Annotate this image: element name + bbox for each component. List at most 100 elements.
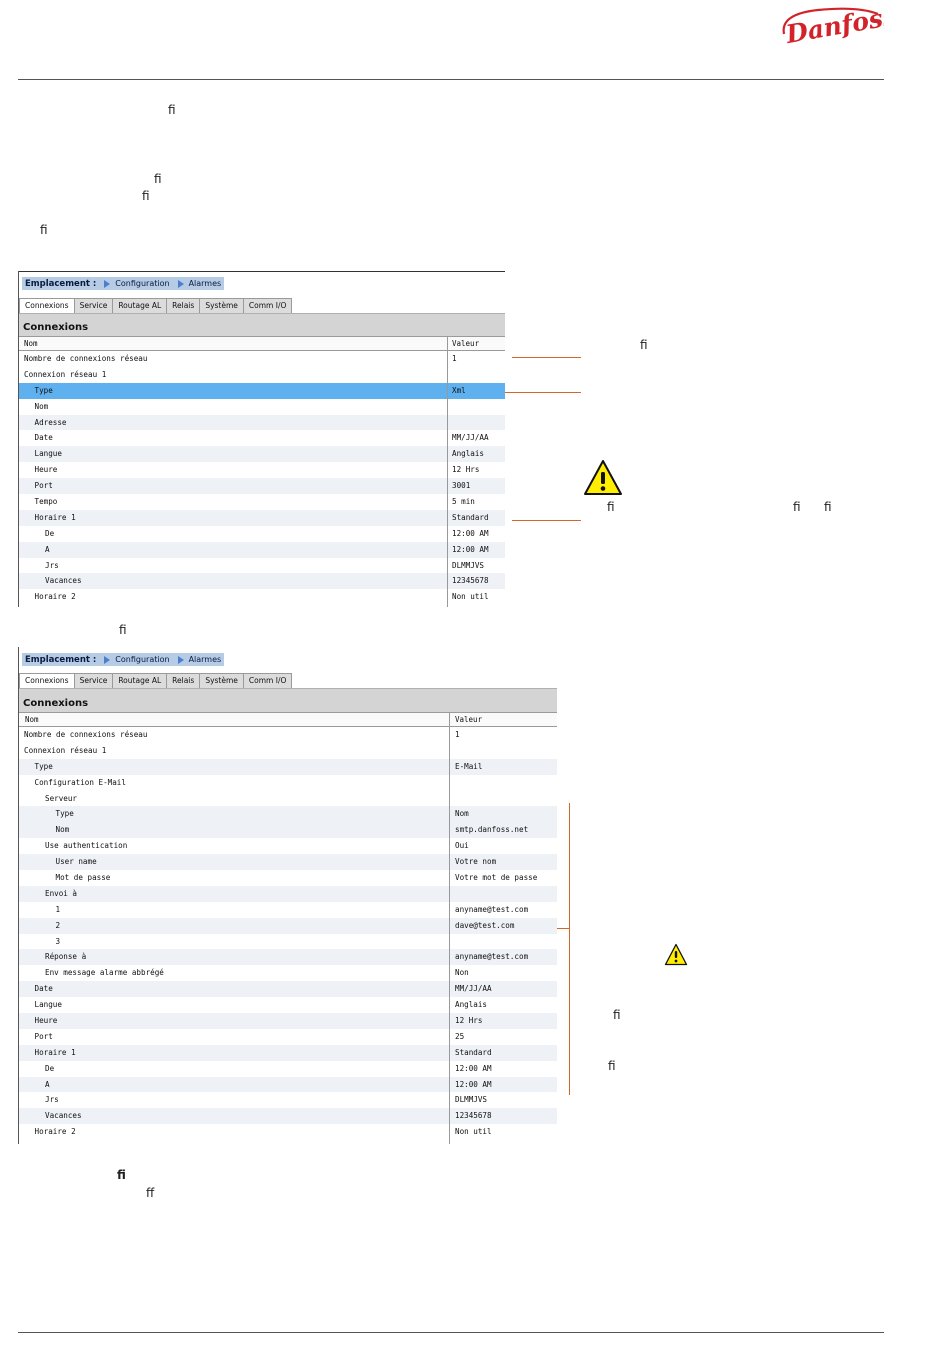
table-row[interactable]: Jrs DLMMJVS	[19, 558, 505, 574]
table-row[interactable]: Adresse	[19, 414, 505, 431]
breadcrumb-item-configuration[interactable]: Configuration	[115, 279, 169, 288]
row-value[interactable]: MM/JJ/AA	[455, 984, 492, 993]
row-value[interactable]: dave@test.com	[455, 921, 514, 930]
table-row[interactable]: Horaire 2 Non util	[19, 589, 505, 605]
annotation-line	[512, 520, 581, 521]
row-value[interactable]: MM/JJ/AA	[452, 433, 489, 442]
table-row[interactable]: Type E-Mail	[19, 758, 557, 775]
row-value[interactable]: Oui	[455, 841, 469, 850]
table-row[interactable]: Connexion réseau 1	[19, 367, 505, 383]
table-row[interactable]: 1 anyname@test.com	[19, 902, 557, 918]
tab-service[interactable]: Service	[73, 673, 114, 688]
table-row[interactable]: Langue Anglais	[19, 997, 557, 1013]
row-value[interactable]: 12:00 AM	[452, 545, 489, 554]
tab-service[interactable]: Service	[73, 298, 114, 313]
table-row[interactable]: Jrs DLMMJVS	[19, 1092, 557, 1108]
row-value[interactable]: Non util	[452, 592, 489, 601]
table-row[interactable]: Connexion réseau 1	[19, 743, 557, 759]
tab-connexions[interactable]: Connexions	[19, 673, 75, 689]
row-value[interactable]: Standard	[452, 513, 489, 522]
table-row[interactable]: 2 dave@test.com	[19, 917, 557, 934]
row-value[interactable]: 1	[455, 730, 460, 739]
row-value[interactable]: DLMMJVS	[452, 561, 484, 570]
table-row[interactable]: De 12:00 AM	[19, 526, 505, 542]
table-row[interactable]: Envoi à	[19, 885, 557, 902]
row-value[interactable]: 1	[452, 354, 457, 363]
row-value[interactable]: Votre mot de passe	[455, 873, 537, 882]
table-row[interactable]: Type Nom	[19, 806, 557, 823]
table-row[interactable]: Langue Anglais	[19, 446, 505, 463]
table-row[interactable]: Horaire 1 Standard	[19, 509, 505, 526]
row-name: Réponse à	[45, 952, 87, 962]
text-fragment: ﬁ	[608, 1059, 616, 1073]
row-value[interactable]: anyname@test.com	[455, 905, 528, 914]
table-row[interactable]: User name Votre nom	[19, 854, 557, 871]
row-value[interactable]: 3001	[452, 481, 470, 490]
panel-top-border	[18, 271, 505, 272]
row-value[interactable]: 12 Hrs	[452, 465, 479, 474]
row-value[interactable]: 12:00 AM	[455, 1080, 492, 1089]
row-value[interactable]: Non util	[455, 1127, 492, 1136]
table-row[interactable]: A 12:00 AM	[19, 1076, 557, 1093]
table-row[interactable]: Use authentication Oui	[19, 838, 557, 854]
row-value[interactable]: Non	[455, 968, 469, 977]
row-value[interactable]: Nom	[455, 809, 469, 818]
tab-relais[interactable]: Relais	[166, 298, 201, 313]
table-row[interactable]: Date MM/JJ/AA	[19, 430, 505, 446]
tab-comm-io[interactable]: Comm I/O	[242, 298, 293, 313]
row-value[interactable]: 25	[455, 1032, 464, 1041]
tab-systeme[interactable]: Système	[199, 298, 244, 313]
row-value[interactable]: DLMMJVS	[455, 1095, 487, 1104]
table-row[interactable]: Nom smtp.danfoss.net	[19, 822, 557, 839]
tab-routage-al[interactable]: Routage AL	[112, 673, 168, 688]
row-value[interactable]: 12 Hrs	[455, 1016, 482, 1025]
text-fragment: ﬁ	[607, 500, 615, 514]
table-row[interactable]: Nombre de connexions réseau 1	[19, 351, 505, 367]
screenshot-panel-1: Emplacement : Configuration Alarmes Conn…	[18, 271, 505, 607]
tab-systeme[interactable]: Système	[199, 673, 244, 688]
row-name: Adresse	[34, 417, 67, 427]
row-value[interactable]: Anglais	[452, 449, 484, 458]
breadcrumb-item-alarmes[interactable]: Alarmes	[189, 279, 222, 288]
row-value[interactable]: 12:00 AM	[452, 529, 489, 538]
breadcrumb-item-configuration[interactable]: Configuration	[115, 655, 169, 664]
tab-comm-io[interactable]: Comm I/O	[242, 673, 293, 688]
table-row[interactable]: Type Xml	[19, 382, 505, 399]
table-row[interactable]: Mot de passe Votre mot de passe	[19, 870, 557, 886]
table-row[interactable]: De 12:00 AM	[19, 1061, 557, 1077]
row-value[interactable]: 12345678	[455, 1111, 492, 1120]
row-value[interactable]: smtp.danfoss.net	[455, 825, 528, 834]
table-row[interactable]: Heure 12 Hrs	[19, 1013, 557, 1029]
row-value[interactable]: Votre nom	[455, 857, 496, 866]
row-value[interactable]: 12:00 AM	[455, 1064, 492, 1073]
table-row[interactable]: Tempo 5 min	[19, 494, 505, 510]
table-row[interactable]: Horaire 2 Non util	[19, 1124, 557, 1140]
table-row[interactable]: Vacances 12345678	[19, 1108, 557, 1125]
table-row[interactable]: 3	[19, 934, 557, 950]
table-row[interactable]: Nom	[19, 399, 505, 415]
row-value[interactable]: anyname@test.com	[455, 952, 528, 961]
row-value[interactable]: Anglais	[455, 1000, 487, 1009]
row-value[interactable]: 5 min	[452, 497, 475, 506]
table-row[interactable]: Env message alarme abbrégé Non	[19, 965, 557, 981]
table-row[interactable]: Nombre de connexions réseau 1	[19, 727, 557, 743]
row-value[interactable]: Xml	[452, 386, 466, 395]
row-value[interactable]: 12345678	[452, 576, 489, 585]
table-row[interactable]: Serveur	[19, 791, 557, 807]
row-value[interactable]: E-Mail	[455, 762, 482, 771]
table-row[interactable]: Heure 12 Hrs	[19, 462, 505, 478]
row-name: Type	[34, 761, 53, 771]
table-row[interactable]: Réponse à anyname@test.com	[19, 949, 557, 966]
table-row[interactable]: Port 25	[19, 1029, 557, 1045]
tab-connexions[interactable]: Connexions	[19, 298, 75, 314]
table-row[interactable]: Vacances 12345678	[19, 573, 505, 590]
table-row[interactable]: Horaire 1 Standard	[19, 1044, 557, 1061]
table-row[interactable]: Port 3001	[19, 478, 505, 495]
breadcrumb-item-alarmes[interactable]: Alarmes	[189, 655, 222, 664]
table-row[interactable]: Date MM/JJ/AA	[19, 981, 557, 998]
tab-relais[interactable]: Relais	[166, 673, 201, 688]
table-row[interactable]: Configuration E-Mail	[19, 775, 557, 791]
tab-routage-al[interactable]: Routage AL	[112, 298, 168, 313]
row-value[interactable]: Standard	[455, 1048, 492, 1057]
table-row[interactable]: A 12:00 AM	[19, 541, 505, 558]
